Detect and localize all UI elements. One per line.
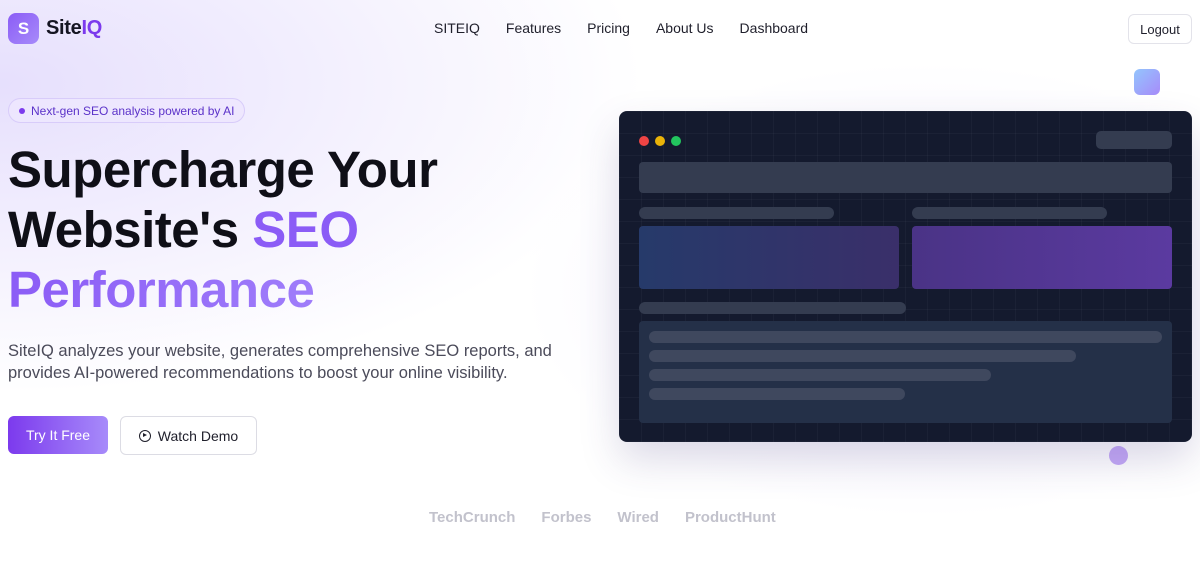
press-logo-forbes: Forbes: [541, 509, 592, 526]
brand-name-part1: Site: [46, 17, 82, 39]
hero-headline: Supercharge Your Website's SEO Performan…: [8, 140, 568, 320]
window-minimize-dot: [655, 136, 665, 146]
watch-demo-button[interactable]: Watch Demo: [120, 416, 257, 455]
brand-name-part2: IQ: [81, 17, 102, 39]
mock-list-line-2: [649, 350, 1076, 362]
mock-header-pill: [1096, 131, 1172, 149]
headline-line2-a: Website's: [8, 201, 253, 258]
decorative-square: [1134, 69, 1160, 95]
mock-list-line-3: [649, 369, 991, 381]
mock-search-bar: [639, 162, 1172, 193]
decorative-dot: [1109, 446, 1128, 465]
nav-link-pricing[interactable]: Pricing: [587, 20, 630, 36]
mock-card-right: [912, 226, 1172, 289]
press-logo-techcrunch: TechCrunch: [429, 509, 516, 526]
mock-label-right: [912, 207, 1107, 219]
badge-dot-icon: [19, 107, 25, 114]
headline-line3: Performance: [8, 261, 315, 318]
hero-subtext: SiteIQ analyzes your website, generates …: [8, 342, 552, 382]
hero-badge-text: Next-gen SEO analysis powered by AI: [31, 103, 235, 118]
mock-list-line-4: [649, 388, 905, 400]
try-it-free-button[interactable]: Try It Free: [8, 416, 108, 454]
headline-line1: Supercharge Your: [8, 141, 438, 198]
press-logos: TechCrunch Forbes Wired ProductHunt: [429, 509, 802, 526]
watch-demo-label: Watch Demo: [157, 427, 239, 444]
hero-badge: Next-gen SEO analysis powered by AI: [8, 98, 246, 123]
press-logo-wired: Wired: [617, 509, 659, 526]
window-maximize-dot: [671, 136, 681, 146]
brand-logo[interactable]: S SiteIQ: [8, 13, 102, 44]
press-logo-producthunt: ProductHunt: [684, 509, 776, 526]
nav-link-siteiq[interactable]: SITEIQ: [434, 20, 480, 36]
window-close-dot: [639, 136, 649, 146]
nav-links: SITEIQ Features Pricing About Us Dashboa…: [434, 20, 834, 36]
logo-mark-icon: S: [8, 13, 39, 44]
nav-link-about-us[interactable]: About Us: [656, 20, 714, 36]
mock-section-label: [639, 302, 906, 314]
brand-name: SiteIQ: [46, 17, 102, 40]
logout-button[interactable]: Logout: [1128, 14, 1192, 44]
nav-link-features[interactable]: Features: [506, 20, 561, 36]
mock-label-left: [639, 207, 834, 219]
dashboard-mockup: [619, 111, 1192, 442]
mock-list-line-1: [649, 331, 1162, 343]
headline-line2-b: SEO: [252, 201, 359, 258]
nav-link-dashboard[interactable]: Dashboard: [740, 20, 809, 36]
play-circle-icon: [138, 429, 151, 442]
mock-card-left: [639, 226, 899, 289]
top-navbar: S SiteIQ SITEIQ Features Pricing About U…: [0, 0, 1200, 58]
